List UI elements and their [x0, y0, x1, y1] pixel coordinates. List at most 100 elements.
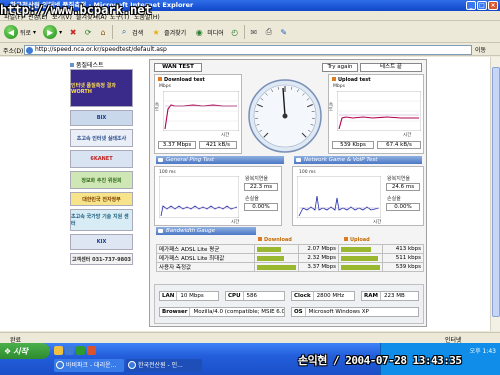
- sidebar-banner-3[interactable]: 초고속 인터넷 실태조사: [70, 129, 133, 147]
- bandwidth-section-title: Bandwidth Gauge: [166, 228, 216, 234]
- forward-arrow-icon: ▶: [43, 25, 58, 39]
- ie-page-icon: [26, 47, 33, 54]
- page-viewport: 품질테스트 인터넷 품질측정 결과 WORTH BIX 초고속 인터넷 실태조사 6K…: [0, 57, 500, 331]
- mail-icon[interactable]: ✉: [248, 26, 260, 38]
- bandwidth-up-value: 511 kbps: [382, 253, 424, 263]
- end-test-button[interactable]: 테스트 끝: [360, 63, 422, 72]
- tab-wan-test[interactable]: WAN TEST: [154, 63, 202, 72]
- download-bar: [257, 255, 284, 261]
- go-button[interactable]: 이동: [475, 45, 486, 54]
- search-icon: ⌕: [121, 27, 127, 36]
- bandwidth-row-label: 메가패스 ADSL Lite 평균: [156, 244, 255, 254]
- search-label: 검색: [132, 29, 144, 37]
- cpu-value: 586: [246, 293, 258, 299]
- maximize-button[interactable]: □: [477, 1, 487, 10]
- os-value: Microsoft Windows XP: [308, 309, 369, 315]
- upload-graph: [337, 91, 421, 131]
- voip-delay-label: 왕복지연율: [387, 176, 411, 182]
- ping-loss-label: 손실율: [245, 196, 259, 202]
- taskbar-item-2-label: 한국전산원 - 인...: [138, 362, 183, 369]
- bandwidth-down-value: 2.32 Mbps: [298, 253, 339, 263]
- quicklaunch-icon[interactable]: [54, 346, 63, 355]
- watermark-url: http://www.bcpark.net: [0, 3, 152, 17]
- quicklaunch-icon[interactable]: [87, 346, 96, 355]
- bandwidth-up-value: 539 kbps: [382, 262, 424, 272]
- quicklaunch-icon[interactable]: [65, 346, 74, 355]
- cpu-key: CPU: [226, 292, 244, 300]
- sidebar-banner-9[interactable]: 고객센터 031-737-9803: [70, 253, 133, 265]
- browser-info: Browser Mozilla/4.0 (compatible; MSIE 6.0: [159, 307, 285, 317]
- upload-title-text: Upload test: [338, 77, 371, 83]
- try-again-button[interactable]: Try again: [322, 63, 358, 72]
- chevron-down-icon: ▾: [59, 28, 63, 36]
- quicklaunch-icon[interactable]: [76, 346, 85, 355]
- voip-graph: [297, 176, 381, 218]
- home-icon[interactable]: ⌂: [97, 26, 109, 38]
- bandwidth-section-bar: Bandwidth Gauge: [156, 227, 256, 235]
- bandwidth-up-bar-cell: [338, 262, 383, 272]
- left-sidebar: 품질테스트 인터넷 품질측정 결과 WORTH BIX 초고속 인터넷 실태조사 6K…: [70, 60, 135, 268]
- close-button[interactable]: ×: [488, 1, 498, 10]
- media-button[interactable]: ◉ 미디어: [191, 24, 226, 40]
- os-key: OS: [292, 308, 306, 316]
- history-icon[interactable]: ◴: [229, 26, 241, 38]
- clock-key: Clock: [292, 292, 314, 300]
- sidebar-banner-8[interactable]: KIX: [70, 234, 133, 250]
- lan-value: 10 Mbps: [180, 293, 204, 299]
- sidebar-banner-1[interactable]: 인터넷 품질측정 결과 WORTH: [70, 69, 133, 107]
- os-info: OS Microsoft Windows XP: [291, 307, 419, 317]
- upload-bar: [341, 264, 380, 270]
- download-speed-axis: 속도: [154, 102, 159, 111]
- edit-icon[interactable]: ✎: [278, 26, 290, 38]
- start-button[interactable]: ❖ 시작: [0, 343, 50, 359]
- bullet-icon: [158, 77, 162, 81]
- sidebar-banner-6[interactable]: 대한민국 전자정부: [70, 192, 133, 206]
- sidebar-heading-text: 품질테스트: [76, 62, 104, 69]
- print-icon[interactable]: ⎙: [263, 26, 275, 38]
- vertical-scrollbar[interactable]: [490, 57, 500, 331]
- bullet-icon: [332, 77, 336, 81]
- address-input[interactable]: http://speed.nca.or.kr/speedtest/default…: [24, 45, 472, 55]
- search-button[interactable]: ⌕ 검색: [116, 24, 145, 40]
- bandwidth-upload-header-text: Upload: [350, 237, 370, 243]
- scrollbar-thumb[interactable]: [492, 67, 500, 317]
- lan-key: LAN: [160, 292, 178, 300]
- sidebar-banner-2[interactable]: BIX: [70, 110, 133, 126]
- sidebar-banner-7[interactable]: 초고속 국가망 기술 지원 센터: [70, 209, 133, 231]
- toolbar-separator: [243, 25, 245, 39]
- upload-title: Upload test: [332, 77, 371, 83]
- upload-speed-axis: 속도: [328, 102, 333, 111]
- bandwidth-down-bar-cell: [254, 262, 299, 272]
- download-time-axis: 시간: [221, 133, 230, 138]
- sidebar-banner-4[interactable]: 6KANET: [70, 150, 133, 168]
- taskbar-item-1[interactable]: 바비파크 - 대리운...: [54, 359, 124, 372]
- bandwidth-up-value: 413 kbps: [382, 244, 424, 254]
- status-bar: 완료 인터넷: [0, 332, 500, 344]
- sidebar-banner-5[interactable]: 정보화 추진 위원회: [70, 171, 133, 189]
- ping-section-bar: General Ping Test: [156, 156, 284, 164]
- refresh-icon[interactable]: ⟳: [82, 26, 94, 38]
- favorites-button[interactable]: ★ 즐겨찾기: [148, 24, 188, 40]
- taskbar-item-2[interactable]: 한국전산원 - 인...: [126, 359, 202, 372]
- ping-delay-value: 22.3 ms: [244, 183, 278, 191]
- ping-time-axis: 시간: [231, 220, 240, 225]
- bandwidth-down-value: 2.07 Mbps: [298, 244, 339, 254]
- upload-unit: Mbps: [333, 84, 345, 89]
- bullet-icon: [296, 158, 301, 162]
- upload-bar: [341, 255, 379, 261]
- minimize-button[interactable]: _: [466, 1, 476, 10]
- address-bar: 주소(D) http://speed.nca.or.kr/speedtest/d…: [0, 44, 500, 56]
- bullet-icon: [70, 62, 74, 67]
- back-button[interactable]: ◀ 뒤로 ▾: [2, 24, 38, 40]
- browser-key: Browser: [160, 308, 191, 316]
- ie-icon: [56, 361, 64, 369]
- bullet-icon: [344, 237, 348, 241]
- forward-button[interactable]: ▶ ▾: [41, 24, 64, 40]
- bandwidth-table: 메가패스 ADSL Lite 평균 2.07 Mbps 413 kbps 메가패스 A…: [156, 244, 424, 272]
- stop-icon[interactable]: ✖: [67, 26, 79, 38]
- cpu-info: CPU 586: [225, 291, 285, 301]
- start-label: 시작: [13, 346, 28, 356]
- clock-info: Clock 2800 MHz: [291, 291, 355, 301]
- download-panel: Download test Mbps 속도 시간 3.37 Mbps 421 k…: [154, 74, 242, 154]
- bandwidth-down-bar-cell: [254, 244, 299, 254]
